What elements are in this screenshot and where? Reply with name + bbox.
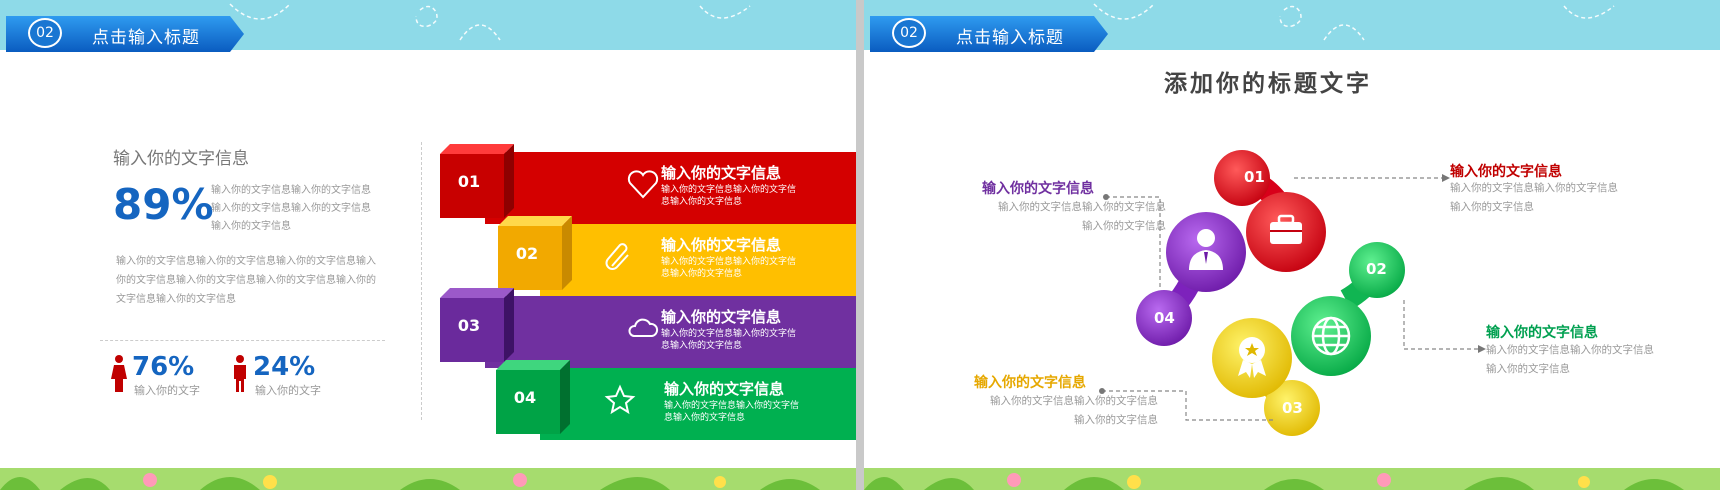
item-title: 输入你的文字信息 <box>661 236 782 254</box>
item-number: 03 <box>457 316 481 335</box>
cube-badge: 02 <box>498 216 574 292</box>
label-title[interactable]: 输入你的文字信息 <box>974 372 1086 392</box>
cloud-icon <box>628 318 659 337</box>
label-title[interactable]: 输入你的文字信息 <box>1450 161 1562 181</box>
item-number: 02 <box>515 244 539 263</box>
item-desc: 输入你的文字信息输入你的文字信息输入你的文字信息 <box>661 329 797 351</box>
slide-2: 02 点击输入标题 添加你的标题文字 01 02 03 04 输入你的文字信息 … <box>864 0 1720 490</box>
title-ribbon: 02 点击输入标题 <box>6 14 246 54</box>
slide-1: 02 点击输入标题 输入你的文字信息 89% 输入你的文字信息输入你的文字信息输… <box>0 0 856 490</box>
item-desc: 输入你的文字信息输入你的文字信息输入你的文字信息 <box>661 257 797 279</box>
big-stat-text[interactable]: 输入你的文字信息输入你的文字信息输入你的文字信息输入你的文字信息输入你的文字信息 <box>211 182 376 236</box>
heart-icon <box>627 170 659 199</box>
item-number: 04 <box>513 388 537 407</box>
list-item[interactable]: 输入你的文字信息 输入你的文字信息输入你的文字信息输入你的文字信息 <box>540 368 856 440</box>
label-desc[interactable]: 输入你的文字信息输入你的文字信息输入你的文字信息 <box>996 198 1166 236</box>
divider <box>100 340 385 341</box>
content-heading[interactable]: 输入你的文字信息 <box>113 144 249 169</box>
section-number: 02 <box>28 18 62 48</box>
item-desc: 输入你的文字信息输入你的文字信息输入你的文字信息 <box>664 401 800 423</box>
label-desc[interactable]: 输入你的文字信息输入你的文字信息输入你的文字信息 <box>988 392 1158 430</box>
item-title: 输入你的文字信息 <box>661 308 782 326</box>
stat-label[interactable]: 输入你的文字 <box>255 382 321 398</box>
cube-badge: 01 <box>440 144 516 220</box>
stat-value: 24% <box>253 352 316 382</box>
item-desc: 输入你的文字信息输入你的文字信息输入你的文字信息 <box>661 185 797 207</box>
cube-badge: 04 <box>496 360 572 436</box>
star-icon <box>604 384 636 415</box>
divider <box>421 142 422 420</box>
label-desc[interactable]: 输入你的文字信息输入你的文字信息输入你的文字信息 <box>1486 341 1656 379</box>
grass-decoration <box>0 468 856 490</box>
item-number: 01 <box>457 172 481 191</box>
label-desc[interactable]: 输入你的文字信息输入你的文字信息输入你的文字信息 <box>1450 179 1620 217</box>
label-title[interactable]: 输入你的文字信息 <box>1486 322 1598 342</box>
label-title[interactable]: 输入你的文字信息 <box>982 178 1094 198</box>
list-item[interactable]: 输入你的文字信息 输入你的文字信息输入你的文字信息输入你的文字信息 <box>485 296 856 368</box>
slide-title[interactable]: 点击输入标题 <box>92 23 200 48</box>
big-stat-value: 89% <box>113 180 214 229</box>
list-item[interactable]: 输入你的文字信息 输入你的文字信息输入你的文字信息输入你的文字信息 <box>485 152 856 224</box>
item-title: 输入你的文字信息 <box>661 164 782 182</box>
stat-label[interactable]: 输入你的文字 <box>134 382 200 398</box>
list-item[interactable]: 输入你的文字信息 输入你的文字信息输入你的文字信息输入你的文字信息 <box>540 224 856 296</box>
cube-badge: 03 <box>440 288 516 364</box>
body-paragraph[interactable]: 输入你的文字信息输入你的文字信息输入你的文字信息输入你的文字信息输入你的文字信息… <box>116 252 378 309</box>
paperclip-icon <box>605 243 629 270</box>
female-icon <box>111 355 127 392</box>
stat-value: 76% <box>132 352 195 382</box>
male-icon <box>234 355 246 392</box>
grass-decoration <box>864 468 1720 490</box>
item-title: 输入你的文字信息 <box>664 380 785 398</box>
